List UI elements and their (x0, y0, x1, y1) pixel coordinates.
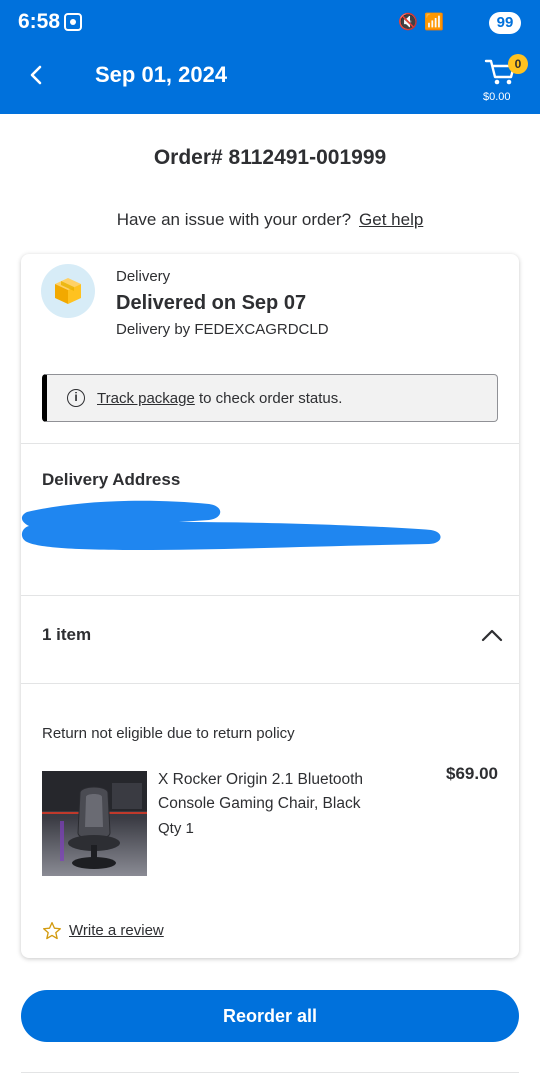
cart-total: $0.00 (483, 91, 511, 103)
write-review-link[interactable]: Write a review (69, 922, 164, 939)
order-details-card: Delivery Delivered on Sep 07 Delivery by… (21, 254, 519, 958)
divider (21, 1072, 519, 1073)
redacted-address (21, 500, 441, 550)
app-bar: 6:58 🔇📶 99 Sep 01, 2024 0 $0.00 (0, 0, 540, 114)
track-package-link[interactable]: Track package (97, 390, 195, 407)
get-help-link[interactable]: Get help (359, 210, 423, 229)
page-title: Sep 01, 2024 (95, 62, 228, 87)
track-suffix: to check order status. (199, 390, 343, 407)
cart-button[interactable]: 0 $0.00 (478, 54, 528, 108)
reorder-all-button[interactable]: Reorder all (21, 990, 519, 1042)
track-message: Track package to check order status. (97, 390, 342, 407)
star-icon (43, 922, 61, 940)
chevron-left-icon (30, 65, 42, 85)
status-icons: 🔇📶 (398, 14, 450, 31)
delivery-status: Delivered on Sep 07 (116, 292, 307, 314)
order-number: Order# 8112491-001999 (153, 146, 387, 169)
product-name[interactable]: X Rocker Origin 2.1 Bluetooth Console Ga… (158, 768, 398, 816)
return-policy-note: Return not eligible due to return policy (42, 725, 295, 742)
info-icon: i (67, 389, 85, 407)
help-line: Have an issue with your order? Get help (0, 210, 540, 230)
screen-scan-icon (64, 13, 82, 31)
track-package-banner: i Track package to check order status. (42, 374, 498, 422)
divider (21, 595, 519, 596)
delivery-label: Delivery (116, 268, 171, 285)
package-icon (41, 264, 95, 318)
delivery-carrier: Delivery by FEDEXCAGRDCLD (116, 321, 329, 338)
box-icon (55, 278, 81, 304)
gaming-chair-image (42, 771, 147, 869)
cart-count-badge: 0 (508, 54, 528, 74)
delivery-address-title: Delivery Address (42, 470, 181, 489)
product-quantity: Qty 1 (158, 820, 194, 837)
product-image[interactable] (42, 771, 147, 876)
battery-indicator: 99 (489, 12, 521, 34)
chevron-up-icon[interactable] (479, 624, 505, 646)
status-time: 6:58 (18, 10, 61, 33)
help-question: Have an issue with your order? (116, 210, 352, 229)
items-count: 1 item (42, 625, 92, 644)
divider (21, 683, 519, 684)
back-button[interactable] (20, 58, 54, 92)
divider (21, 443, 519, 444)
product-price: $69.00 (446, 764, 498, 783)
